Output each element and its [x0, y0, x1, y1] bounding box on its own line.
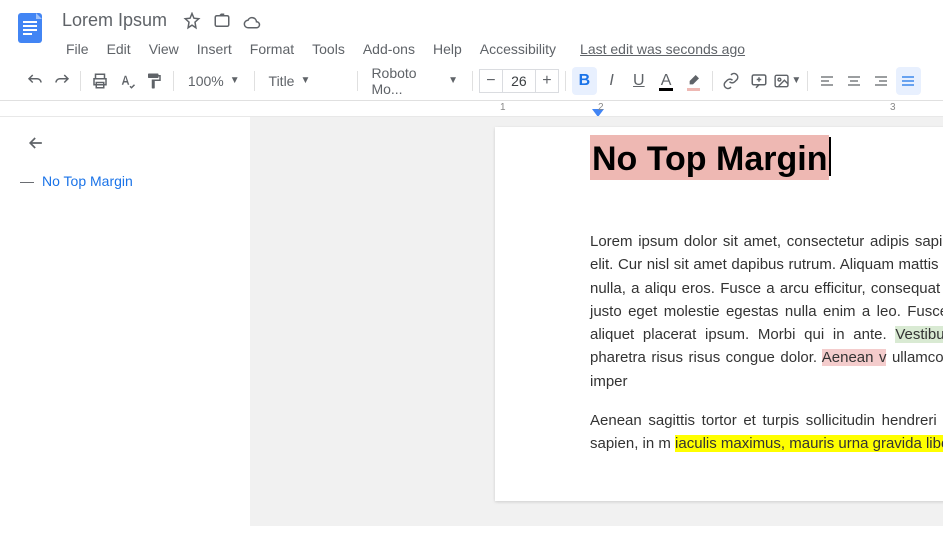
insert-image-button[interactable]: ▼	[773, 67, 801, 95]
style-select[interactable]: Title▼	[261, 69, 351, 93]
title-area: Lorem Ipsum File Edit View Insert Format…	[58, 8, 933, 61]
menu-addons[interactable]: Add-ons	[355, 37, 423, 61]
ruler-number: 3	[890, 102, 896, 113]
menu-format[interactable]: Format	[242, 37, 302, 61]
move-icon[interactable]	[213, 12, 231, 30]
menu-tools[interactable]: Tools	[304, 37, 353, 61]
underline-button[interactable]: U	[626, 67, 651, 95]
zoom-select[interactable]: 100%▼	[180, 69, 248, 93]
cloud-icon[interactable]	[243, 12, 261, 30]
font-size-input[interactable]	[503, 69, 535, 93]
separator	[472, 71, 473, 91]
page-title[interactable]: No Top Margin	[590, 135, 829, 180]
menu-view[interactable]: View	[141, 37, 187, 61]
star-icon[interactable]	[183, 12, 201, 30]
font-size-control: − +	[479, 69, 559, 93]
font-select[interactable]: Roboto Mo...▼	[363, 61, 466, 101]
menu-file[interactable]: File	[58, 37, 97, 61]
chevron-down-icon: ▼	[791, 75, 801, 86]
paragraph[interactable]: Aenean sagittis tortor et turpis sollici…	[590, 409, 943, 456]
document-page[interactable]: No Top Margin Lorem ipsum dolor sit amet…	[495, 127, 943, 501]
outline-back-button[interactable]	[26, 133, 230, 153]
outline-item[interactable]: — No Top Margin	[20, 173, 230, 189]
align-left-button[interactable]	[814, 67, 839, 95]
align-right-button[interactable]	[869, 67, 894, 95]
insert-comment-button[interactable]	[746, 67, 771, 95]
insert-link-button[interactable]	[719, 67, 744, 95]
highlight-pink[interactable]: Aenean v	[822, 349, 887, 366]
document-title[interactable]: Lorem Ipsum	[58, 8, 171, 33]
ruler[interactable]: 1 2 3	[0, 101, 943, 117]
paragraph[interactable]: Lorem ipsum dolor sit amet, consectetur …	[590, 230, 943, 393]
chevron-down-icon: ▼	[230, 75, 240, 86]
highlight-button[interactable]	[681, 67, 706, 95]
toolbar: 100%▼ Title▼ Roboto Mo...▼ − + B I U A ▼	[0, 61, 943, 101]
separator	[357, 71, 358, 91]
menu-help[interactable]: Help	[425, 37, 470, 61]
italic-button[interactable]: I	[599, 67, 624, 95]
paint-format-button[interactable]	[142, 67, 167, 95]
header: Lorem Ipsum File Edit View Insert Format…	[0, 0, 943, 61]
separator	[80, 71, 81, 91]
last-edit-link[interactable]: Last edit was seconds ago	[580, 41, 745, 57]
redo-button[interactable]	[49, 67, 74, 95]
outline-panel: — No Top Margin	[0, 117, 250, 526]
align-center-button[interactable]	[841, 67, 866, 95]
separator	[565, 71, 566, 91]
outline-item-label: No Top Margin	[42, 173, 133, 189]
separator	[173, 71, 174, 91]
font-size-decrease[interactable]: −	[479, 69, 503, 93]
docs-logo[interactable]	[10, 8, 50, 48]
align-justify-button[interactable]	[896, 67, 921, 95]
separator	[807, 71, 808, 91]
body-text[interactable]: Lorem ipsum dolor sit amet, consectetur …	[590, 230, 943, 455]
ruler-number: 2	[598, 102, 604, 113]
separator	[254, 71, 255, 91]
undo-button[interactable]	[22, 67, 47, 95]
ruler-number: 1	[500, 102, 506, 113]
print-button[interactable]	[87, 67, 112, 95]
highlight-yellow[interactable]: iaculis maximus, mauris urna gravida lib…	[675, 435, 943, 452]
menu-accessibility[interactable]: Accessibility	[472, 37, 564, 61]
font-size-increase[interactable]: +	[535, 69, 559, 93]
chevron-down-icon: ▼	[448, 75, 458, 86]
workspace: — No Top Margin No Top Margin Lorem ipsu…	[0, 117, 943, 526]
menu-insert[interactable]: Insert	[189, 37, 240, 61]
highlight-green[interactable]: Vestibulum maximus	[895, 326, 943, 343]
text-color-button[interactable]: A	[653, 67, 678, 95]
outline-dash-icon: —	[20, 173, 34, 189]
menubar: File Edit View Insert Format Tools Add-o…	[58, 37, 933, 61]
menu-edit[interactable]: Edit	[99, 37, 139, 61]
chevron-down-icon: ▼	[300, 75, 310, 86]
separator	[712, 71, 713, 91]
page-area[interactable]: No Top Margin Lorem ipsum dolor sit amet…	[250, 117, 943, 526]
spellcheck-button[interactable]	[115, 67, 140, 95]
bold-button[interactable]: B	[572, 67, 597, 95]
